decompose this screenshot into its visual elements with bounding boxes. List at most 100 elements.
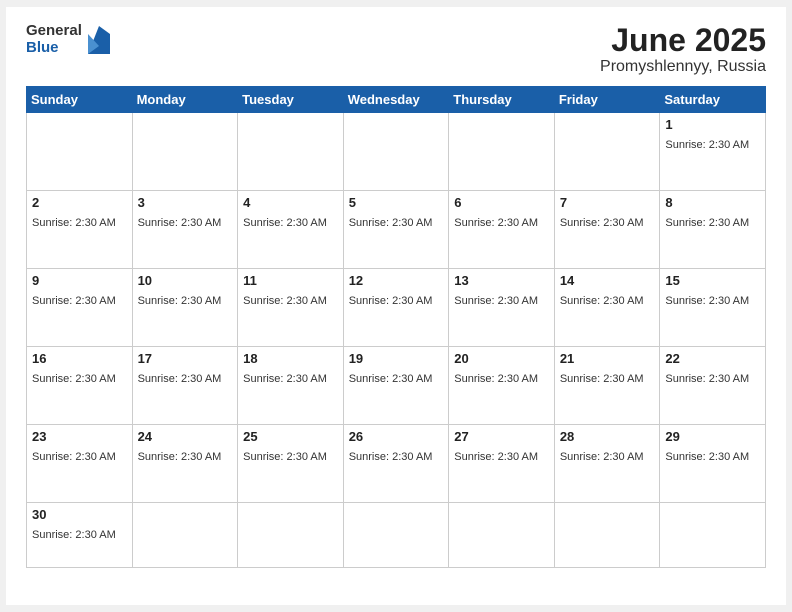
table-row: 30Sunrise: 2:30 AM: [27, 503, 766, 568]
day-number: 25: [243, 429, 338, 444]
sunrise-info: Sunrise: 2:30 AM: [138, 451, 222, 463]
sunrise-info: Sunrise: 2:30 AM: [32, 295, 116, 307]
sunrise-info: Sunrise: 2:30 AM: [138, 295, 222, 307]
day-number: 22: [665, 351, 760, 366]
sunrise-info: Sunrise: 2:30 AM: [138, 217, 222, 229]
calendar-cell: 12 Sunrise: 2:30 AM: [343, 269, 449, 347]
col-friday: Friday: [554, 87, 660, 113]
sunrise-info: Sunrise: 2:30 AM: [454, 451, 538, 463]
sunrise-info: Sunrise: 2:30 AM: [560, 451, 644, 463]
calendar-cell: 13 Sunrise: 2:30 AM: [449, 269, 555, 347]
day-number: 17: [138, 351, 233, 366]
col-wednesday: Wednesday: [343, 87, 449, 113]
day-number: 5: [349, 195, 444, 210]
calendar-cell: 7 Sunrise: 2:30 AM: [554, 191, 660, 269]
calendar-cell: 20Sunrise: 2:30 AM: [449, 347, 555, 425]
calendar-cell: [343, 503, 449, 568]
day-number: 10: [138, 273, 233, 288]
calendar-cell: 24 Sunrise: 2:30 AM: [132, 425, 238, 503]
sunrise-info: Sunrise: 2:30 AM: [243, 295, 327, 307]
calendar-cell: 18 Sunrise: 2:30 AM: [238, 347, 344, 425]
day-number: 14: [560, 273, 655, 288]
sunrise-info: Sunrise: 2:30 AM: [665, 217, 749, 229]
day-number: 8: [665, 195, 760, 210]
calendar-cell: 22Sunrise: 2:30 AM: [660, 347, 766, 425]
calendar-cell: [343, 113, 449, 191]
calendar-cell: [27, 113, 133, 191]
calendar-cell: [449, 503, 555, 568]
day-number: 11: [243, 273, 338, 288]
month-title: June 2025: [600, 23, 766, 58]
sunrise-info: Sunrise: 2:30 AM: [665, 139, 749, 151]
calendar-cell: 28 Sunrise: 2:30 AM: [554, 425, 660, 503]
day-number: 12: [349, 273, 444, 288]
calendar-cell: 25Sunrise: 2:30 AM: [238, 425, 344, 503]
table-row: 2Sunrise: 2:30 AM3Sunrise: 2:30 AM4Sunri…: [27, 191, 766, 269]
calendar-cell: 5 Sunrise: 2:30 AM: [343, 191, 449, 269]
sunrise-info: Sunrise: 2:30 AM: [560, 217, 644, 229]
sunrise-info: Sunrise: 2:30 AM: [560, 295, 644, 307]
table-row: 16Sunrise: 2:30 AM 17 Sunrise: 2:30 AM 18 Su…: [27, 347, 766, 425]
sunrise-info: Sunrise: 2:30 AM: [665, 451, 749, 463]
calendar-cell: 27 Sunrise: 2:30 AM: [449, 425, 555, 503]
col-saturday: Saturday: [660, 87, 766, 113]
calendar-cell: 9 Sunrise: 2:30 AM: [27, 269, 133, 347]
day-number: 27: [454, 429, 549, 444]
sunrise-info: Sunrise: 2:30 AM: [454, 373, 538, 385]
day-number: 23: [32, 429, 127, 444]
day-number: 24: [138, 429, 233, 444]
day-number: 13: [454, 273, 549, 288]
col-monday: Monday: [132, 87, 238, 113]
calendar-cell: 16Sunrise: 2:30 AM: [27, 347, 133, 425]
day-number: 28: [560, 429, 655, 444]
calendar-cell: 14 Sunrise: 2:30 AM: [554, 269, 660, 347]
col-tuesday: Tuesday: [238, 87, 344, 113]
day-number: 26: [349, 429, 444, 444]
sunrise-info: Sunrise: 2:30 AM: [243, 217, 327, 229]
day-number: 21: [560, 351, 655, 366]
calendar-cell: 4Sunrise: 2:30 AM: [238, 191, 344, 269]
sunrise-info: Sunrise: 2:30 AM: [349, 451, 433, 463]
table-row: 9 Sunrise: 2:30 AM 10 Sunrise: 2:30 AM 11 Sun…: [27, 269, 766, 347]
sunrise-info: Sunrise: 2:30 AM: [349, 295, 433, 307]
calendar-cell: 10 Sunrise: 2:30 AM: [132, 269, 238, 347]
day-number: 1: [665, 117, 760, 132]
col-sunday: Sunday: [27, 87, 133, 113]
calendar-cell: [238, 113, 344, 191]
sunrise-info: Sunrise: 2:30 AM: [454, 295, 538, 307]
day-number: 7: [560, 195, 655, 210]
day-number: 15: [665, 273, 760, 288]
title-block: June 2025 Promyshlennyy, Russia: [600, 23, 766, 76]
day-number: 9: [32, 273, 127, 288]
sunrise-info: Sunrise: 2:30 AM: [349, 373, 433, 385]
sunrise-info: Sunrise: 2:30 AM: [560, 373, 644, 385]
calendar-cell: 19Sunrise: 2:30 AM: [343, 347, 449, 425]
calendar-cell: 30Sunrise: 2:30 AM: [27, 503, 133, 568]
calendar-table: Sunday Monday Tuesday Wednesday Thursday…: [26, 86, 766, 568]
day-number: 2: [32, 195, 127, 210]
day-number: 3: [138, 195, 233, 210]
calendar-cell: 6Sunrise: 2:30 AM: [449, 191, 555, 269]
logo-icon: [88, 26, 110, 54]
location-title: Promyshlennyy, Russia: [600, 58, 766, 76]
calendar-cell: 26 Sunrise: 2:30 AM: [343, 425, 449, 503]
day-number: 30: [32, 507, 127, 522]
sunrise-info: Sunrise: 2:30 AM: [349, 217, 433, 229]
calendar-cell: [554, 503, 660, 568]
sunrise-info: Sunrise: 2:30 AM: [243, 373, 327, 385]
day-number: 29: [665, 429, 760, 444]
logo-general: General: [26, 23, 82, 40]
sunrise-info: Sunrise: 2:30 AM: [665, 295, 749, 307]
sunrise-info: Sunrise: 2:30 AM: [138, 373, 222, 385]
day-number: 18: [243, 351, 338, 366]
calendar-cell: 2 Sunrise: 2:30 AM: [27, 191, 133, 269]
header-row: Sunday Monday Tuesday Wednesday Thursday…: [27, 87, 766, 113]
calendar-cell: 8 Sunrise: 2:30 AM: [660, 191, 766, 269]
day-number: 6: [454, 195, 549, 210]
logo: General Blue: [26, 23, 110, 56]
table-row: 23Sunrise: 2:30 AM24Sunrise: 2:30 AM25Su…: [27, 425, 766, 503]
calendar-page: General Blue June 2025 Promyshlennyy, Ru…: [6, 7, 786, 605]
sunrise-info: Sunrise: 2:30 AM: [32, 217, 116, 229]
calendar-cell: [132, 113, 238, 191]
col-thursday: Thursday: [449, 87, 555, 113]
